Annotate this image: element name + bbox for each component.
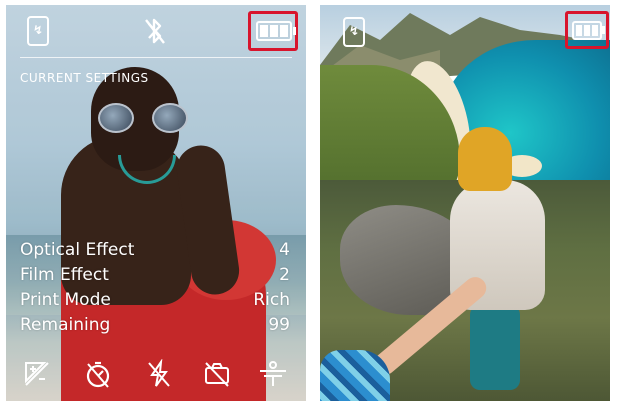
hiker-legs xyxy=(470,305,520,390)
divider xyxy=(20,57,292,58)
setting-row-film-effect: Film Effect 2 xyxy=(20,262,290,287)
battery-full-icon xyxy=(256,20,296,42)
flash-off-icon[interactable] xyxy=(144,358,174,389)
exposure-icon[interactable] xyxy=(22,359,52,389)
plaid-sleeve xyxy=(320,350,390,401)
self-timer-icon[interactable] xyxy=(83,359,113,389)
phone-connection-icon[interactable]: ↯ xyxy=(342,16,366,48)
setting-value: 2 xyxy=(279,264,290,285)
overlay xyxy=(6,5,306,401)
hiker-hat xyxy=(458,127,512,191)
camera-screen-settings: ↯ CURRENT SETTINGS Optical Effect 4 Film… xyxy=(6,5,306,401)
mode-toolbar xyxy=(6,358,306,395)
current-settings-label: CURRENT SETTINGS xyxy=(20,71,149,85)
camera-off-icon[interactable] xyxy=(202,359,232,389)
phone-connection-icon[interactable]: ↯ xyxy=(26,15,50,47)
setting-row-print-mode: Print Mode Rich xyxy=(20,287,290,312)
battery-full-icon xyxy=(571,20,605,40)
setting-row-remaining: Remaining 99 xyxy=(20,312,290,337)
setting-label: Film Effect xyxy=(20,264,109,285)
camera-screen-liveview: ↯ xyxy=(320,5,610,401)
setting-value: 99 xyxy=(268,314,290,335)
setting-label: Print Mode xyxy=(20,289,111,310)
setting-label: Remaining xyxy=(20,314,111,335)
setting-value: Rich xyxy=(253,289,290,310)
status-bar: ↯ xyxy=(6,5,306,57)
settings-list: Optical Effect 4 Film Effect 2 Print Mod… xyxy=(20,237,290,337)
setting-value: 4 xyxy=(279,239,290,260)
bluetooth-off-icon[interactable] xyxy=(142,15,168,47)
setting-row-optical-effect: Optical Effect 4 xyxy=(20,237,290,262)
vignette-icon[interactable] xyxy=(258,359,288,389)
setting-label: Optical Effect xyxy=(20,239,135,260)
